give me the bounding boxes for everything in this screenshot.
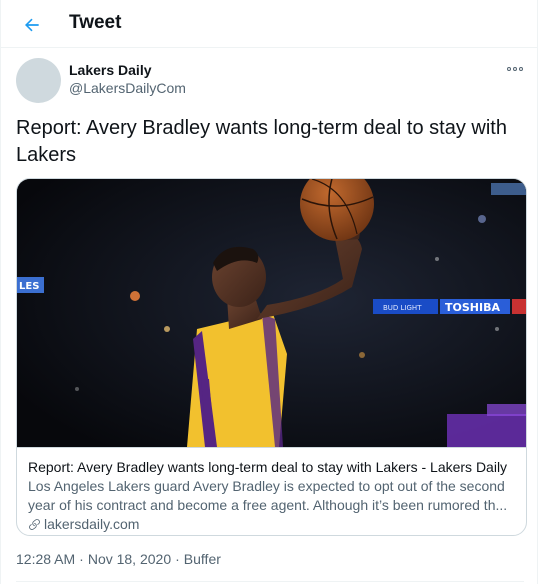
card-domain-text: lakersdaily.com <box>44 516 140 532</box>
arena-sign-small: BUD LIGHT <box>383 304 422 312</box>
avatar[interactable] <box>16 58 61 103</box>
basketball-photo: LES BUD LIGHT TOSHIBA <box>17 179 526 447</box>
back-button[interactable] <box>15 8 49 42</box>
card-body[interactable]: Report: Avery Bradley wants long-term de… <box>17 447 526 535</box>
author-handle[interactable]: @LakersDailyCom <box>69 80 186 96</box>
more-dot-icon <box>513 67 517 71</box>
tweet-page: Tweet Lakers Daily @LakersDailyCom Repor… <box>0 0 538 584</box>
more-dot-icon <box>507 67 511 71</box>
page-title: Tweet <box>69 12 122 33</box>
card-description: Los Angeles Lakers guard Avery Bradley i… <box>28 478 508 513</box>
more-options-button[interactable] <box>505 62 525 76</box>
card-domain[interactable]: lakersdaily.com <box>28 516 517 532</box>
link-card[interactable]: LES BUD LIGHT TOSHIBA Report: Avery Brad… <box>16 178 527 536</box>
divider <box>16 581 524 582</box>
tweet-text: Report: Avery Bradley wants long-term de… <box>16 117 507 166</box>
author-name[interactable]: Lakers Daily <box>69 62 152 78</box>
meta-separator: · <box>175 551 180 567</box>
link-icon <box>29 518 40 530</box>
tweet-date[interactable]: Nov 18, 2020 <box>88 551 171 567</box>
more-dot-icon <box>519 67 523 71</box>
header-bar: Tweet <box>1 0 538 48</box>
meta-separator: · <box>79 551 84 567</box>
arrow-left-icon <box>25 18 39 32</box>
arena-sign-right: TOSHIBA <box>445 301 500 314</box>
card-image[interactable]: LES BUD LIGHT TOSHIBA <box>17 179 526 447</box>
card-title[interactable]: Report: Avery Bradley wants long-term de… <box>28 459 517 476</box>
tweet-source[interactable]: Buffer <box>184 551 221 567</box>
arena-sign-left: LES <box>19 281 39 292</box>
tweet-time[interactable]: 12:28 AM <box>16 551 75 567</box>
tweet-meta: 12:28 AM · Nov 18, 2020 · Buffer <box>16 551 221 567</box>
